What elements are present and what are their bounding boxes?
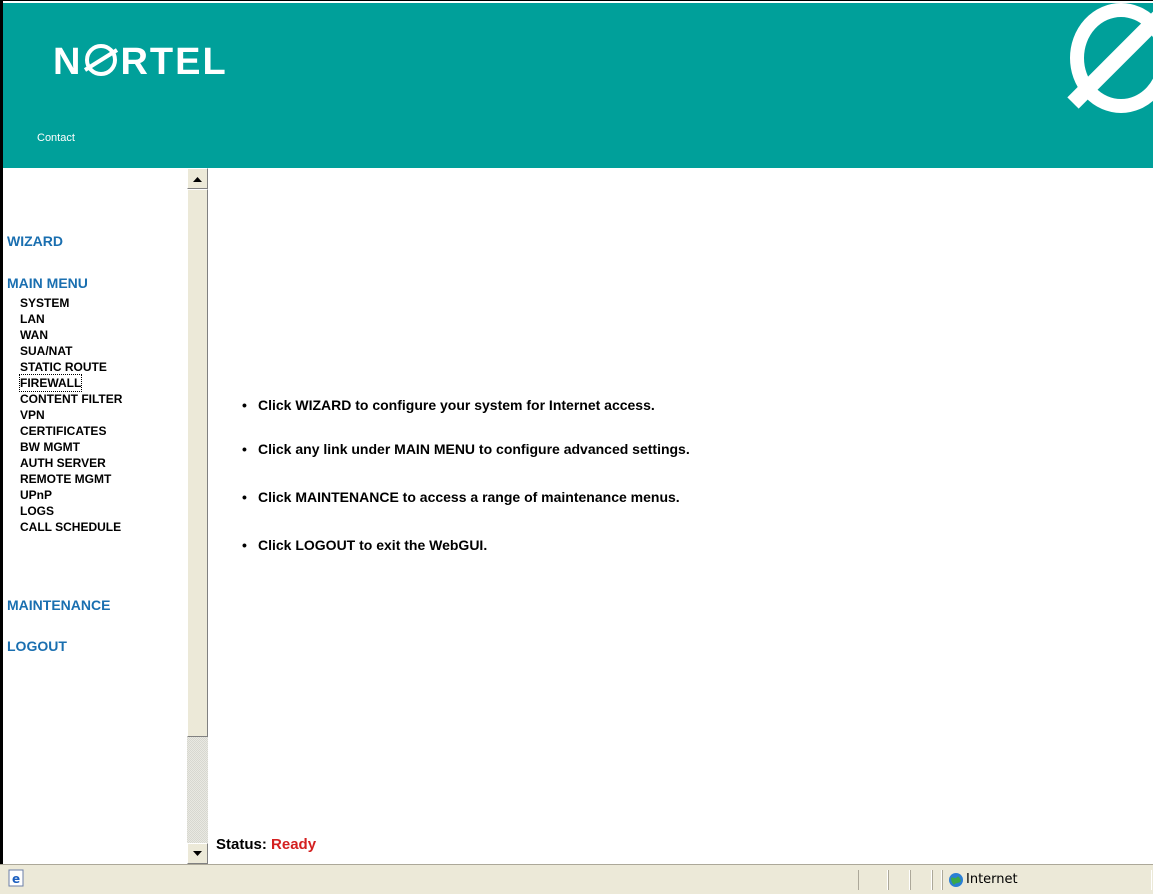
arrow-down-icon <box>193 850 202 856</box>
status-value: Ready <box>271 836 317 853</box>
status-pane-4 <box>932 870 942 890</box>
bullet-dot-icon: • <box>242 397 247 413</box>
nav-item-content-filter[interactable]: CONTENT FILTER <box>20 391 122 407</box>
nav-main-menu-link[interactable]: MAIN MENU <box>7 275 88 291</box>
nav-item-sua-nat[interactable]: SUA/NAT <box>20 343 72 359</box>
nav-scrollbar[interactable] <box>187 168 208 864</box>
instruction-text: Click any link under MAIN MENU to config… <box>258 441 690 457</box>
scroll-thumb[interactable] <box>187 189 208 737</box>
logo-o-glyph <box>82 43 120 77</box>
status-line: Status: Ready <box>216 836 316 853</box>
arrow-up-icon <box>193 176 202 182</box>
instruction-bullet: • Click WIZARD to configure your system f… <box>242 397 655 413</box>
sidebar-nav: WIZARD MAIN MENU SYSTEM LAN WAN SUA/NAT STAT… <box>7 168 187 864</box>
status-pane-2 <box>888 870 910 890</box>
internet-zone-globe-icon <box>949 873 963 887</box>
nav-item-wan[interactable]: WAN <box>20 327 48 343</box>
status-pane-1 <box>858 870 888 890</box>
nav-item-system[interactable]: SYSTEM <box>20 295 69 311</box>
instruction-bullet: • Click any link under MAIN MENU to confi… <box>242 441 690 457</box>
nav-item-call-schedule[interactable]: CALL SCHEDULE <box>20 519 121 535</box>
nav-logout-link[interactable]: LOGOUT <box>7 638 67 654</box>
nav-item-certificates[interactable]: CERTIFICATES <box>20 423 106 439</box>
nav-wizard-link[interactable]: WIZARD <box>7 233 63 249</box>
nav-item-logs[interactable]: LOGS <box>20 503 54 519</box>
contact-link[interactable]: Contact <box>37 132 75 144</box>
bullet-dot-icon: • <box>242 537 247 553</box>
logo-letter-n: N <box>53 41 83 83</box>
nav-item-auth-server[interactable]: AUTH SERVER <box>20 455 106 471</box>
nav-item-static-route[interactable]: STATIC ROUTE <box>20 359 107 375</box>
logo-letters-rtel: RTEL <box>120 41 228 83</box>
scroll-up-button[interactable] <box>187 168 208 189</box>
scroll-down-button[interactable] <box>187 843 208 864</box>
nav-item-vpn[interactable]: VPN <box>20 407 45 423</box>
zone-label: Internet <box>966 872 1018 887</box>
nav-maintenance-link[interactable]: MAINTENANCE <box>7 597 110 613</box>
nav-item-firewall[interactable]: FIREWALL <box>18 374 83 392</box>
nav-item-remote-mgmt[interactable]: REMOTE MGMT <box>20 471 111 487</box>
header-banner: N RTEL Contact <box>3 3 1153 168</box>
instruction-text: Click WIZARD to configure your system fo… <box>258 397 655 413</box>
bullet-dot-icon: • <box>242 489 247 505</box>
status-pane-3 <box>910 870 932 890</box>
nav-item-upnp[interactable]: UPnP <box>20 487 52 503</box>
instruction-text: Click LOGOUT to exit the WebGUI. <box>258 537 488 553</box>
nav-item-lan[interactable]: LAN <box>20 311 45 327</box>
instruction-bullet: • Click MAINTENANCE to access a range of … <box>242 489 680 505</box>
nav-item-bw-mgmt[interactable]: BW MGMT <box>20 439 80 455</box>
ie-page-icon: e <box>8 869 24 887</box>
nortel-globe-icon <box>1067 3 1153 113</box>
browser-status-bar: e Internet <box>0 864 1153 894</box>
nortel-logo: N RTEL <box>53 41 228 84</box>
status-label: Status: <box>216 836 267 853</box>
svg-text:e: e <box>12 872 20 886</box>
instruction-bullet: • Click LOGOUT to exit the WebGUI. <box>242 537 487 553</box>
main-content: • Click WIZARD to configure your system f… <box>208 168 1153 864</box>
instruction-text: Click MAINTENANCE to access a range of m… <box>258 489 680 505</box>
bullet-dot-icon: • <box>242 441 247 457</box>
